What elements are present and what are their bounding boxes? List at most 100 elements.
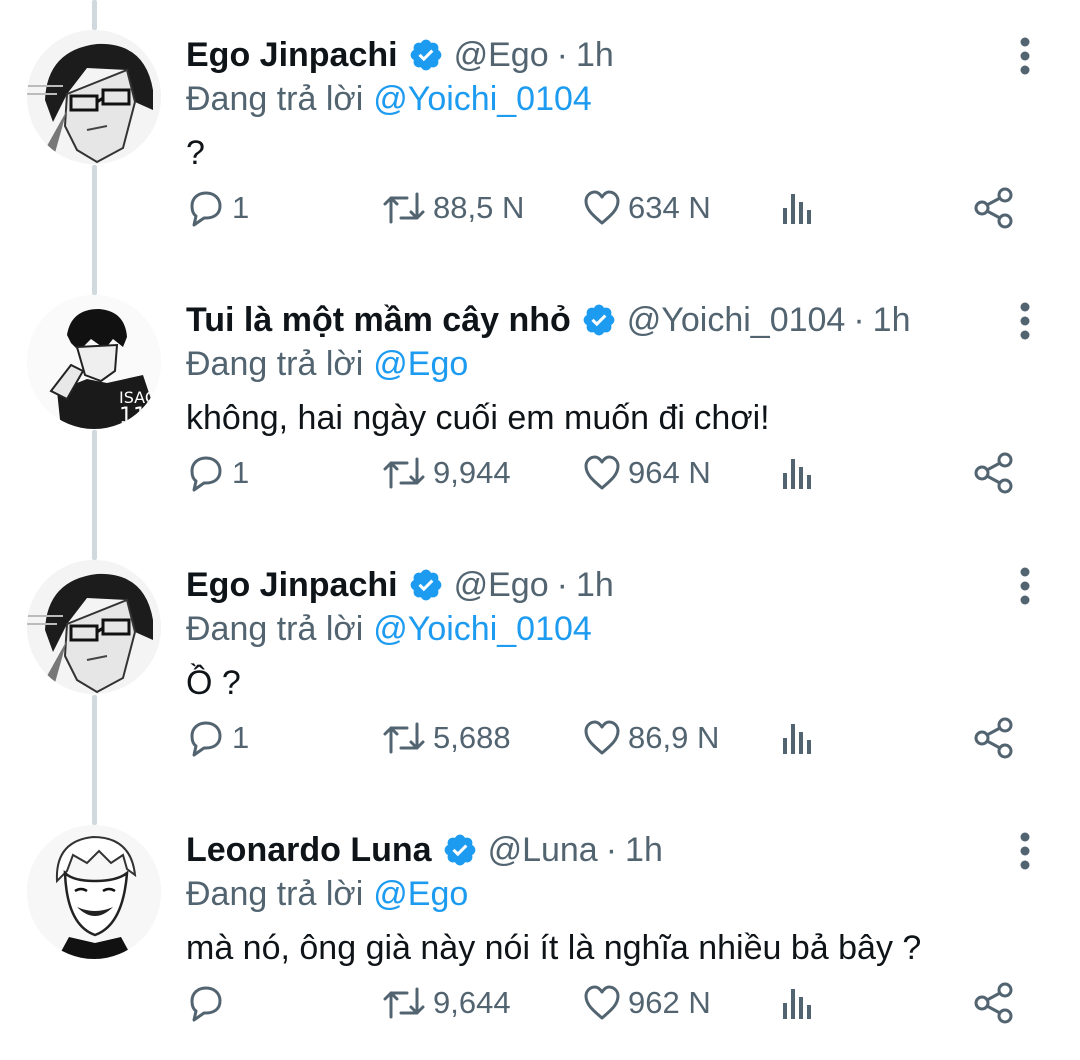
replying-to: Đang trả lời @Yoichi_0104	[186, 610, 592, 649]
reply-button[interactable]: 1	[186, 708, 249, 768]
retweet-icon	[383, 722, 425, 754]
retweet-button[interactable]: 9,944	[381, 443, 511, 503]
replying-to: Đang trả lời @Yoichi_0104	[186, 80, 592, 119]
reply-icon	[190, 721, 222, 757]
replying-to-label: Đang trả lời	[186, 610, 364, 648]
reply-count: 1	[232, 455, 250, 490]
retweet-icon	[383, 192, 425, 224]
reply-button[interactable]: 1	[186, 443, 249, 503]
retweet-icon	[383, 987, 425, 1019]
handle[interactable]: @Ego	[454, 566, 549, 605]
retweet-button[interactable]: 88,5 N	[381, 178, 524, 238]
share-icon	[974, 187, 1013, 229]
analytics-button[interactable]	[778, 443, 818, 503]
reply-icon	[190, 191, 222, 227]
more-options-icon[interactable]	[1014, 301, 1036, 341]
avatar[interactable]	[27, 560, 161, 694]
analytics-icon	[783, 724, 811, 754]
replying-to: Đang trả lời @Ego	[186, 875, 468, 914]
retweet-button[interactable]: 9,644	[381, 973, 511, 1033]
tweet-actions: 1 5,688 86,9 N	[0, 708, 1080, 768]
display-name[interactable]: Leonardo Luna	[186, 831, 432, 870]
share-icon	[974, 717, 1013, 759]
like-button[interactable]: 962 N	[582, 973, 711, 1033]
reply-icon	[190, 986, 222, 1022]
separator: ·	[556, 35, 568, 74]
mention-link[interactable]: @Yoichi_0104	[373, 80, 592, 118]
tweet-text: mà nó, ông già này nói ít là nghĩa nhiều…	[186, 929, 922, 967]
tweet[interactable]: Leonardo Luna @Luna · 1h Đang trả lời @Eg…	[0, 795, 1080, 1060]
analytics-icon	[783, 194, 811, 224]
tweet-actions: 1 9,944 964 N	[0, 443, 1080, 503]
heart-icon	[584, 455, 620, 490]
verified-badge-icon	[408, 567, 444, 603]
analytics-button[interactable]	[778, 708, 818, 768]
more-options-icon[interactable]	[1014, 36, 1036, 76]
timestamp[interactable]: 1h	[625, 831, 663, 870]
display-name[interactable]: Tui là một mầm cây nhỏ	[186, 301, 571, 340]
more-options-icon[interactable]	[1014, 566, 1036, 606]
like-button[interactable]: 964 N	[582, 443, 711, 503]
luna-avatar	[27, 825, 161, 959]
replying-to-label: Đang trả lời	[186, 875, 364, 913]
reply-count: 1	[232, 720, 250, 755]
tweet-text: Ồ ?	[186, 664, 241, 702]
analytics-button[interactable]	[778, 973, 818, 1033]
handle[interactable]: @Ego	[454, 36, 549, 75]
mention-link[interactable]: @Ego	[373, 345, 468, 383]
avatar[interactable]	[27, 825, 161, 959]
tweet[interactable]: ISAGI 11 Tui là một mầm cây nhỏ @Yoichi_…	[0, 265, 1080, 530]
handle[interactable]: @Yoichi_0104	[627, 301, 846, 340]
ego-avatar	[27, 560, 161, 694]
verified-badge-icon	[408, 37, 444, 73]
share-button[interactable]	[972, 178, 1016, 238]
analytics-button[interactable]	[778, 178, 818, 238]
reply-count: 1	[232, 190, 250, 225]
share-button[interactable]	[972, 708, 1016, 768]
heart-icon	[584, 720, 620, 755]
separator: ·	[853, 300, 865, 339]
replying-to-label: Đang trả lời	[186, 80, 364, 118]
analytics-icon	[783, 459, 811, 489]
more-options-icon[interactable]	[1014, 831, 1036, 871]
retweet-count: 9,944	[433, 455, 511, 490]
retweet-count: 88,5 N	[433, 190, 525, 225]
display-name[interactable]: Ego Jinpachi	[186, 36, 398, 75]
reply-button[interactable]: 1	[186, 178, 249, 238]
tweet-header: Leonardo Luna @Luna · 1h	[186, 827, 663, 873]
like-count: 634 N	[628, 190, 711, 225]
share-button[interactable]	[972, 443, 1016, 503]
avatar[interactable]	[27, 30, 161, 164]
retweet-count: 5,688	[433, 720, 511, 755]
timestamp[interactable]: 1h	[576, 566, 614, 605]
display-name[interactable]: Ego Jinpachi	[186, 566, 398, 605]
mention-link[interactable]: @Yoichi_0104	[373, 610, 592, 648]
share-button[interactable]	[972, 973, 1016, 1033]
like-count: 964 N	[628, 455, 711, 490]
timestamp[interactable]: 1h	[576, 36, 614, 75]
tweet-actions: 1 88,5 N 634 N	[0, 178, 1080, 238]
verified-badge-icon	[442, 832, 478, 868]
analytics-icon	[783, 989, 811, 1019]
like-button[interactable]: 634 N	[582, 178, 711, 238]
mention-link[interactable]: @Ego	[373, 875, 468, 913]
tweet[interactable]: Ego Jinpachi @Ego · 1h Đang trả lời @Yoic…	[0, 530, 1080, 795]
replying-to: Đang trả lời @Ego	[186, 345, 468, 384]
like-button[interactable]: 86,9 N	[582, 708, 719, 768]
retweet-button[interactable]: 5,688	[381, 708, 511, 768]
svg-text:11: 11	[119, 404, 147, 429]
tweet-header: Tui là một mầm cây nhỏ @Yoichi_0104 · 1h	[186, 297, 910, 343]
tweet-text: không, hai ngày cuối em muốn đi chơi!	[186, 399, 770, 437]
replying-to-label: Đang trả lời	[186, 345, 364, 383]
reply-button[interactable]	[186, 973, 232, 1033]
tweet-actions: 9,644 962 N	[0, 973, 1080, 1033]
avatar[interactable]: ISAGI 11	[27, 295, 161, 429]
tweet-header: Ego Jinpachi @Ego · 1h	[186, 32, 614, 78]
timestamp[interactable]: 1h	[873, 301, 911, 340]
like-count: 86,9 N	[628, 720, 720, 755]
tweet[interactable]: Ego Jinpachi @Ego · 1h Đang trả lời @Yoic…	[0, 0, 1080, 265]
handle[interactable]: @Luna	[488, 831, 598, 870]
verified-badge-icon	[581, 302, 617, 338]
ego-avatar	[27, 30, 161, 164]
heart-icon	[584, 190, 620, 225]
